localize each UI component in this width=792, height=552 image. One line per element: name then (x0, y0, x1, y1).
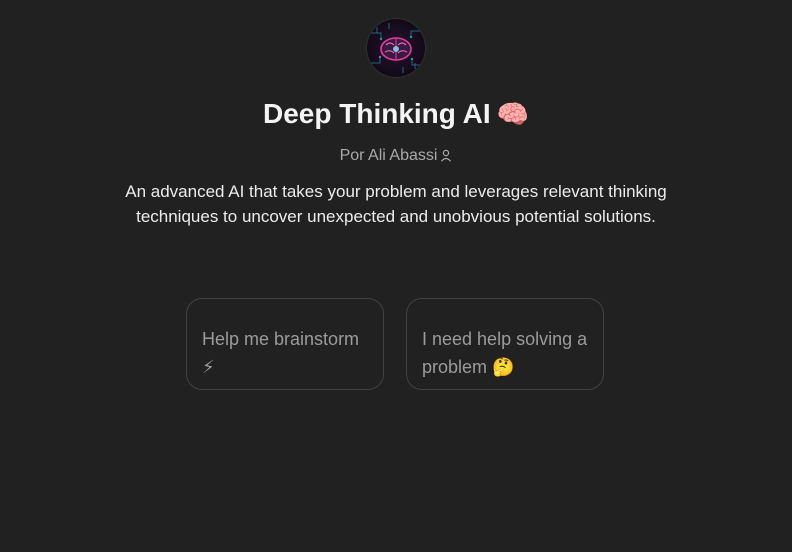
gpt-title-text: Deep Thinking AI (262, 98, 491, 129)
thinking-face-emoji-icon: 🤔 (492, 356, 515, 377)
gpt-author: Por Ali Abassi (0, 145, 792, 169)
starter-text: Help me brainstorm (202, 328, 360, 349)
author-name: Ali Abassi (368, 147, 438, 164)
conversation-starter-brainstorm[interactable]: Help me brainstorm ⚡ (186, 298, 384, 390)
conversation-starter-solve-problem[interactable]: I need help solving a problem 🤔 (406, 298, 604, 390)
brain-circuit-icon (371, 23, 421, 73)
gpt-description: An advanced AI that takes your problem a… (125, 182, 667, 226)
user-icon (440, 147, 452, 169)
author-prefix: Por (339, 147, 365, 164)
lightning-emoji-icon: ⚡ (202, 356, 215, 377)
brain-emoji-icon: 🧠 (496, 99, 529, 129)
gpt-avatar (367, 19, 425, 77)
gpt-title: Deep Thinking AI 🧠 (0, 95, 792, 133)
